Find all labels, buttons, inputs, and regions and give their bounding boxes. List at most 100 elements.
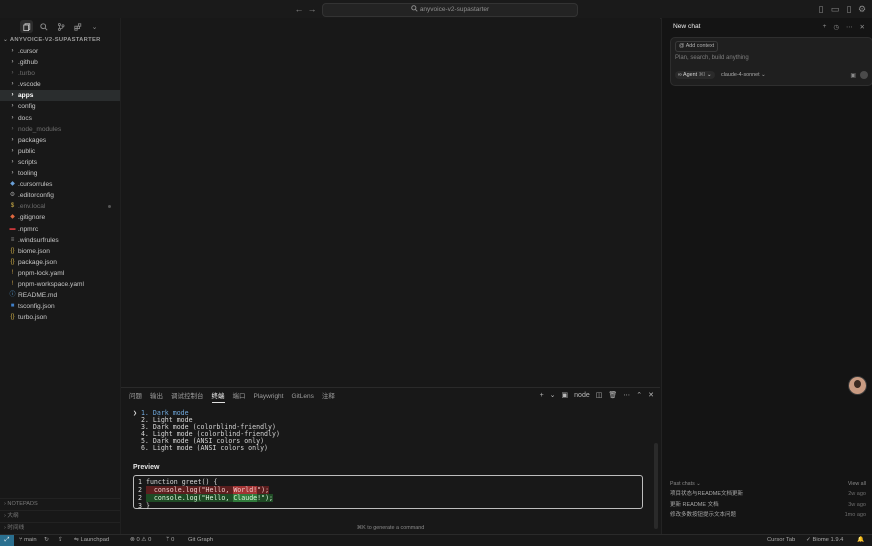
- toggle-sidebar-icon[interactable]: ▯: [815, 3, 827, 15]
- past-chat-item[interactable]: 修改多数按钮提示文本问题 1mo ago: [670, 510, 866, 521]
- tree-item[interactable]: › scripts: [0, 157, 120, 168]
- editor-area[interactable]: [121, 18, 660, 386]
- tree-item[interactable]: › config: [0, 101, 120, 112]
- tree-item[interactable]: $ .env.local: [0, 201, 120, 212]
- tree-item[interactable]: › .turbo: [0, 68, 120, 79]
- toggle-secondary-sidebar-icon[interactable]: ▯: [843, 3, 855, 15]
- view-all-link[interactable]: View all: [848, 481, 866, 487]
- tree-item[interactable]: › .vscode: [0, 79, 120, 90]
- tree-item[interactable]: ! pnpm-lock.yaml: [0, 268, 120, 279]
- tree-item[interactable]: ▬ .npmrc: [0, 224, 120, 235]
- at-icon: @: [679, 43, 686, 49]
- history-icon[interactable]: ◷: [833, 23, 839, 31]
- tree-item[interactable]: ⓘ README.md: [0, 290, 120, 301]
- agent-mode-button[interactable]: ∞ Agent ⌘I ⌄: [675, 71, 715, 79]
- source-control-icon[interactable]: [54, 20, 67, 33]
- chevron-down-icon[interactable]: ⌄: [88, 20, 101, 33]
- avatar[interactable]: [848, 376, 867, 395]
- theme-option[interactable]: ❯ 1. Dark mode: [133, 409, 648, 417]
- split-terminal-icon[interactable]: ◫: [596, 391, 603, 399]
- terminal-output[interactable]: ❯ 1. Dark mode 2. Light mode 3. Dark mod…: [133, 409, 648, 510]
- bell-icon[interactable]: 🔔: [857, 535, 864, 546]
- tree-item[interactable]: ⚙ .editorconfig: [0, 190, 120, 201]
- extensions-icon[interactable]: [71, 20, 84, 33]
- back-arrow-icon[interactable]: ←: [293, 3, 305, 15]
- biome-indicator[interactable]: ✓ Biome 1.9.4: [806, 535, 843, 546]
- panel-tab[interactable]: 调试控制台: [171, 391, 204, 402]
- chevron-right-icon: ›: [11, 170, 14, 177]
- tree-item[interactable]: ◆ .cursorrules: [0, 179, 120, 190]
- outline-section[interactable]: › 大纲: [0, 510, 120, 522]
- agent-label: Agent: [683, 72, 698, 78]
- ports-indicator[interactable]: ᛘ 0: [166, 535, 174, 546]
- chevron-down-icon[interactable]: ⌄: [550, 391, 556, 399]
- terminal-scrollbar[interactable]: [654, 443, 658, 529]
- tree-item[interactable]: › docs: [0, 113, 120, 124]
- problems-indicator[interactable]: ⊗ 0 ⚠ 0: [130, 535, 151, 546]
- past-chats-title[interactable]: Past chats ⌄: [670, 481, 701, 487]
- tree-item[interactable]: › node_modules: [0, 124, 120, 135]
- sync-icon[interactable]: ↻: [44, 535, 49, 546]
- search-icon[interactable]: [37, 20, 50, 33]
- more-icon[interactable]: ⋯: [623, 391, 630, 399]
- tree-item[interactable]: ! pnpm-workspace.yaml: [0, 279, 120, 290]
- search-text: anyvoice-v2-supastarter: [419, 6, 490, 13]
- command-center-search[interactable]: anyvoice-v2-supastarter: [322, 3, 578, 17]
- explorer-root[interactable]: ⌄ ANYVOICE-V2-SUPASTARTER: [0, 35, 120, 46]
- chat-tab-title[interactable]: New chat: [673, 23, 701, 30]
- tree-item[interactable]: {} package.json: [0, 257, 120, 268]
- remote-icon[interactable]: ⤢: [0, 535, 14, 546]
- more-icon[interactable]: ⋯: [846, 23, 853, 31]
- new-chat-icon[interactable]: +: [823, 23, 827, 31]
- tree-item[interactable]: ■ tsconfig.json: [0, 301, 120, 312]
- terminal-name[interactable]: node: [574, 392, 590, 399]
- image-icon[interactable]: ▣: [850, 72, 856, 79]
- send-button[interactable]: [860, 71, 868, 79]
- notepads-section[interactable]: › NOTEPADS: [0, 498, 120, 510]
- branch-indicator[interactable]: ⑂ main: [19, 535, 37, 546]
- cursor-tab-indicator[interactable]: Cursor Tab: [767, 535, 795, 546]
- tree-item-label: public: [18, 147, 36, 155]
- panel-tab[interactable]: GitLens: [291, 391, 313, 402]
- files-icon[interactable]: [20, 20, 33, 33]
- panel-tab[interactable]: 问题: [129, 391, 142, 402]
- panel-tab[interactable]: 输出: [150, 391, 163, 402]
- past-chat-item[interactable]: 项目状态与README文档更新 2w ago: [670, 489, 866, 500]
- git-graph-button[interactable]: Git Graph: [188, 535, 213, 546]
- tree-item[interactable]: › public: [0, 146, 120, 157]
- tree-item[interactable]: › apps: [0, 90, 120, 102]
- tree-item[interactable]: {} biome.json: [0, 246, 120, 257]
- chevron-down-icon: ⌄: [761, 72, 766, 78]
- past-chat-item[interactable]: 更新 README 文档 3w ago: [670, 500, 866, 511]
- launchpad-button[interactable]: ⇋ Launchpad: [74, 535, 109, 546]
- maximize-panel-icon[interactable]: ⌃: [636, 391, 642, 399]
- new-terminal-icon[interactable]: +: [540, 392, 544, 399]
- status-bar: ⤢ ⑂ main ↻ ⇪ ⇋ Launchpad ⊗ 0 ⚠ 0 ᛘ 0 Git…: [0, 534, 872, 546]
- settings-gear-icon[interactable]: ⚙: [856, 3, 868, 15]
- chat-composer[interactable]: @ Add context Plan, search, build anythi…: [670, 37, 872, 86]
- model-selector[interactable]: claude-4-sonnet ⌄: [721, 71, 766, 79]
- publish-icon[interactable]: ⇪: [58, 535, 63, 546]
- tree-item[interactable]: ◆ .gitignore: [0, 212, 120, 223]
- panel-tab[interactable]: Playwright: [254, 391, 284, 402]
- tree-item[interactable]: › tooling: [0, 168, 120, 179]
- panel-tab[interactable]: 端口: [233, 391, 246, 402]
- panel-tab[interactable]: 终端: [211, 391, 225, 403]
- panel-tab[interactable]: 注释: [322, 391, 335, 402]
- tree-item[interactable]: {} turbo.json: [0, 312, 120, 323]
- close-panel-icon[interactable]: ✕: [648, 391, 654, 399]
- add-context-button[interactable]: @ Add context: [675, 41, 719, 52]
- tree-item[interactable]: › packages: [0, 135, 120, 146]
- tree-item[interactable]: ≡ .windsurfrules: [0, 235, 120, 246]
- close-icon[interactable]: ✕: [860, 23, 865, 31]
- trash-icon[interactable]: 🗑: [608, 391, 617, 399]
- modified-dot: [108, 205, 111, 209]
- chat-input-placeholder[interactable]: Plan, search, build anything: [675, 55, 749, 61]
- theme-option[interactable]: 6. Light mode (ANSI colors only): [133, 445, 648, 452]
- tree-item[interactable]: › .github: [0, 57, 120, 68]
- tree-item-label: apps: [18, 92, 34, 100]
- timeline-section[interactable]: › 时间线: [0, 522, 120, 534]
- tree-item[interactable]: › .cursor: [0, 46, 120, 57]
- forward-arrow-icon[interactable]: →: [306, 3, 318, 15]
- toggle-panel-icon[interactable]: ▭: [829, 3, 841, 15]
